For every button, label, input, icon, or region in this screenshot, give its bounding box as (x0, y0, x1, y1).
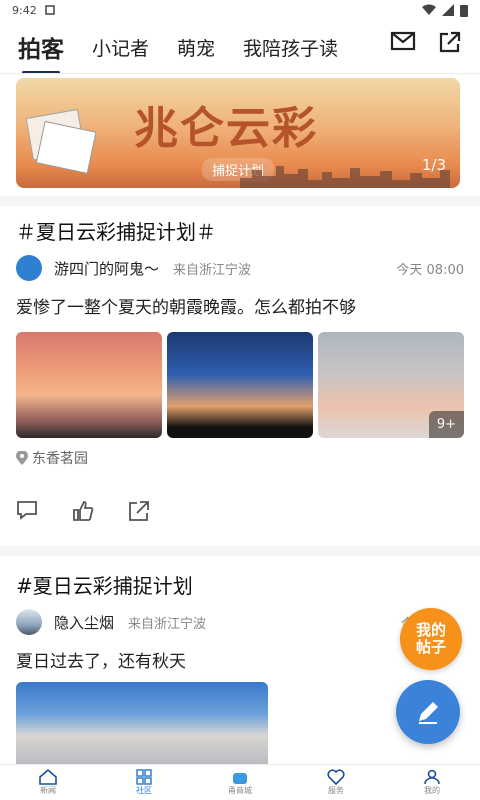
post-image[interactable]: 9+ (318, 332, 464, 438)
location-label: 东香茗园 (32, 451, 88, 467)
nav-label: 服务 (328, 786, 344, 795)
post-time: 今天 08:00 (396, 262, 464, 278)
post-title[interactable]: ＃夏日云彩捕捉计划＃ (16, 216, 464, 245)
shopping-bag-icon (233, 773, 247, 784)
location-pin-icon (16, 451, 28, 465)
author-name[interactable]: 隐入尘烟 (54, 612, 114, 633)
banner-page-indicator: 1/3 (421, 156, 446, 174)
avatar[interactable] (16, 255, 42, 281)
signal-icon (442, 4, 454, 16)
grid-icon (136, 769, 152, 785)
nav-community[interactable]: 社区 (96, 765, 192, 800)
post-image[interactable] (167, 332, 313, 438)
tab-paike[interactable]: 拍客 (18, 30, 64, 74)
post-image[interactable] (16, 332, 162, 438)
nav-mall[interactable]: 甬商城 (192, 765, 288, 800)
nav-label: 社区 (136, 786, 152, 795)
section-separator (0, 196, 480, 206)
pencil-icon (419, 702, 438, 724)
wifi-icon (422, 4, 436, 15)
home-icon (39, 769, 57, 785)
bottom-navigation: 新闻 社区 甬商城 服务 我的 (0, 764, 480, 800)
share-post-icon[interactable] (128, 500, 150, 522)
divider (0, 73, 480, 74)
share-icon[interactable] (438, 30, 462, 54)
post-title[interactable]: #夏日云彩捕捉计划 (16, 570, 464, 599)
my-posts-button[interactable]: 我的 帖子 (400, 608, 462, 670)
nav-label: 甬商城 (228, 786, 252, 795)
comment-icon[interactable] (16, 500, 38, 520)
tab-mengchong[interactable]: 萌宠 (177, 34, 215, 61)
mail-icon[interactable] (390, 30, 416, 52)
nav-label: 新闻 (40, 786, 56, 795)
post-card[interactable]: #夏日云彩捕捉计划 隐入尘烟 来自浙江宁波 今 夏日过去了，还有秋天 (16, 570, 464, 672)
battery-icon (460, 4, 468, 17)
compose-button[interactable] (396, 680, 460, 744)
person-icon (424, 769, 440, 785)
banner-carousel[interactable]: 兆仑云彩 捕捉计划 1/3 (16, 78, 460, 188)
author-name[interactable]: 游四门的阿鬼～ (54, 258, 159, 279)
nav-label: 我的 (424, 786, 440, 795)
post-text[interactable]: 夏日过去了，还有秋天 (16, 647, 464, 672)
my-posts-label: 我的 帖子 (415, 621, 446, 656)
section-separator (0, 546, 480, 556)
tab-reading[interactable]: 我陪孩子读 (243, 34, 338, 61)
status-time: 9:42 (12, 3, 37, 17)
nav-service[interactable]: 服务 (288, 765, 384, 800)
avatar[interactable] (16, 609, 42, 635)
location[interactable]: 东香茗园 (16, 448, 464, 468)
like-icon[interactable] (72, 500, 94, 522)
post-card[interactable]: ＃夏日云彩捕捉计划＃ 游四门的阿鬼～ 来自浙江宁波 今天 08:00 爱惨了一整… (16, 216, 464, 522)
banner-title: 兆仑云彩 (134, 103, 318, 154)
status-bar: 9:42 (0, 0, 480, 20)
heart-icon (327, 769, 345, 785)
post-text[interactable]: 爱惨了一整个夏天的朝霞晚霞。怎么都拍不够 (16, 293, 464, 318)
post-origin: 来自浙江宁波 (128, 616, 207, 632)
tab-xiaojizhe[interactable]: 小记者 (92, 34, 149, 61)
nav-profile[interactable]: 我的 (384, 765, 480, 800)
more-images-badge: 9+ (428, 411, 464, 438)
camera-film-decor (25, 108, 97, 174)
post-origin: 来自浙江宁波 (173, 262, 252, 278)
nav-news[interactable]: 新闻 (0, 765, 96, 800)
notification-icon (44, 5, 55, 15)
post-image[interactable] (16, 682, 268, 772)
